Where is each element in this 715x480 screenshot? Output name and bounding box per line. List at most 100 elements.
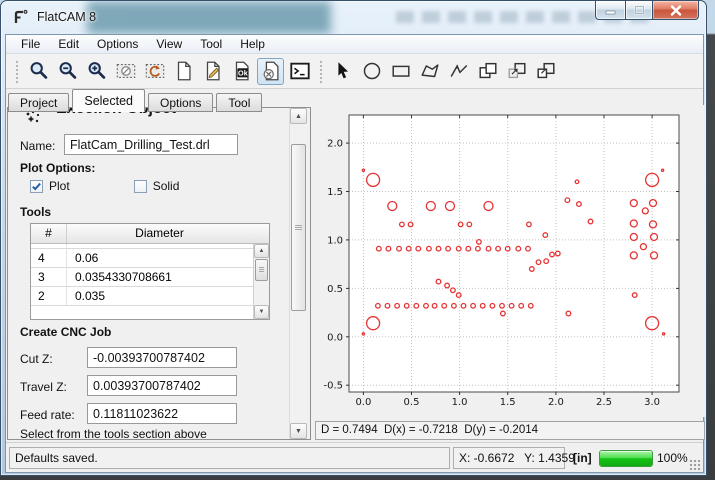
excellon-object-panel: Excellon Object Name: Plot Options: Plot… [7,107,311,440]
edit-file-button[interactable] [199,58,226,85]
close-button[interactable] [653,1,699,20]
ok-file-icon: Ok [231,60,253,82]
plot-checkbox[interactable]: Plot [30,179,70,193]
menu-view[interactable]: View [147,35,191,53]
select-arrow-button[interactable] [329,58,356,85]
table-scroll-thumb[interactable] [255,259,268,281]
svg-text:1.5: 1.5 [327,187,343,198]
tool-row[interactable]: 40.06 [31,249,253,268]
replot-button[interactable] [141,58,168,85]
new-file-button[interactable] [170,58,197,85]
coordinates-readout: X: -0.6672 Y: 1.4359 [453,447,565,469]
tool-row[interactable]: 20.035 [31,287,253,306]
cnc-job-label: Create CNC Job [20,325,111,339]
title-bar[interactable]: FlatCAM 8 [1,1,706,34]
tab-options[interactable]: Options [148,93,213,112]
close-icon [670,5,682,16]
toolbar: Ok [6,54,703,89]
solid-checkbox[interactable]: Solid [134,179,180,193]
cnc-field: Cut Z: [20,342,300,370]
progress-bar [599,450,653,467]
units-label: [in] [573,451,592,465]
checkbox-box-icon [134,180,147,193]
zoom-out-button[interactable] [54,58,81,85]
column-number[interactable]: # [31,224,67,243]
panel-scrollbar[interactable]: ▲ ▼ [289,108,307,439]
progress-fill [600,451,652,466]
draw-path-icon [448,60,470,82]
menu-options[interactable]: Options [88,35,147,53]
scroll-up-icon[interactable]: ▲ [254,244,269,258]
shell-icon [289,60,311,82]
cnc-fields: Cut Z:Travel Z:Feed rate: [20,342,300,426]
field-input[interactable] [87,403,237,424]
select-arrow-icon [332,60,354,82]
tools-table-body: 40.0630.035433070866120.035 [31,244,253,319]
draw-polygon-button[interactable] [416,58,443,85]
toolbar-grip [318,59,324,83]
svg-text:-0.5: -0.5 [323,381,343,392]
svg-text:2.5: 2.5 [596,397,612,408]
tool-row[interactable]: 30.0354330708661 [31,268,253,287]
scroll-down-icon[interactable]: ▼ [254,305,269,319]
tab-tool[interactable]: Tool [216,93,262,112]
table-scrollbar[interactable]: ▲ ▼ [253,244,269,319]
app-window: FlatCAM 8 FileEditOptionsViewToolHelp Ok… [0,0,707,476]
window-controls [595,1,699,20]
desktop: { "window": { "title": "FlatCAM 8", "con… [0,0,715,480]
field-label: Cut Z: [20,352,53,366]
clear-plot-button[interactable] [112,58,139,85]
draw-rectangle-icon [390,60,412,82]
field-input[interactable] [87,375,237,396]
field-input[interactable] [87,347,237,368]
tool-number: 3 [31,268,67,286]
progress-label: 100% [657,451,688,465]
move-copy-button[interactable] [503,58,530,85]
panel-scroll-thumb[interactable] [291,144,306,311]
tools-hint: Select from the tools section above [20,427,207,440]
zoom-fit-button[interactable] [25,58,52,85]
menu-help[interactable]: Help [231,35,274,53]
plot-options-label: Plot Options: [20,161,95,175]
tab-project[interactable]: Project [8,93,69,112]
minimize-button[interactable] [595,1,625,20]
new-file-icon [173,60,195,82]
svg-text:0.5: 0.5 [327,284,343,295]
tool-diameter: 0.035 [67,287,253,305]
duplicate-button[interactable] [532,58,559,85]
tool-diameter: 0.0354330708661 [67,268,253,286]
maximize-icon [634,5,645,15]
checkbox-box-icon [30,180,43,193]
maximize-button[interactable] [625,1,653,20]
replot-icon [144,60,166,82]
menu-tool[interactable]: Tool [191,35,231,53]
name-label: Name: [20,139,55,153]
name-input[interactable] [64,134,238,155]
column-diameter[interactable]: Diameter [67,224,252,243]
minimize-icon [605,6,617,15]
tab-selected[interactable]: Selected [72,89,145,112]
ok-file-button[interactable]: Ok [228,58,255,85]
resize-grip[interactable] [689,459,701,471]
tools-table-header: # Diameter [31,224,269,244]
draw-path-button[interactable] [445,58,472,85]
cnc-field: Feed rate: [20,398,300,426]
tool-number: 2 [31,287,67,305]
shell-button[interactable] [286,58,313,85]
draw-polygon-icon [419,60,441,82]
draw-circle-button[interactable] [358,58,385,85]
draw-rectangle-button[interactable] [387,58,414,85]
draw-circle-icon [361,60,383,82]
panel-scroll-down-icon[interactable]: ▼ [290,423,307,439]
cancel-file-button[interactable] [257,58,284,85]
menu-file[interactable]: File [12,35,49,53]
plot-canvas[interactable]: 0.00.51.01.52.02.53.0-0.50.00.51.01.52.0 [315,105,707,417]
union-button[interactable] [474,58,501,85]
tools-label: Tools [20,205,51,219]
svg-text:0.5: 0.5 [404,397,420,408]
checkbox-label: Plot [49,179,70,193]
menu-edit[interactable]: Edit [49,35,88,53]
cancel-file-icon [260,60,282,82]
zoom-in-button[interactable] [83,58,110,85]
clear-plot-icon [115,60,137,82]
